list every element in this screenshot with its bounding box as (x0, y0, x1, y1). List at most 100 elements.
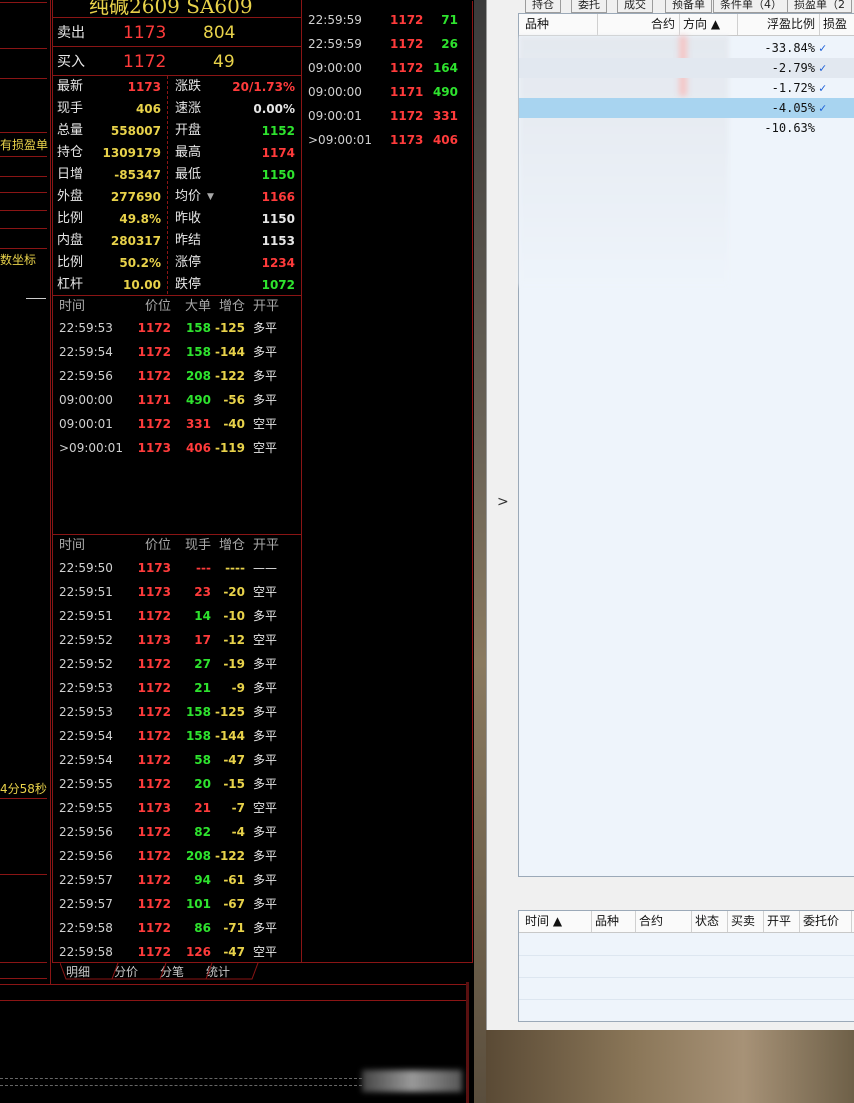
scroll-track[interactable] (0, 1078, 362, 1086)
col-variety[interactable]: 品种 (519, 14, 598, 35)
check-icon[interactable]: ✓ (819, 58, 826, 78)
col-order-price[interactable]: 委托价 (799, 911, 852, 932)
tick-time: 09:00:00 (308, 85, 362, 99)
tick-time: 09:00:01 (308, 109, 362, 123)
col-stoploss[interactable]: 损盈 (819, 14, 854, 35)
tab-outline (60, 963, 259, 980)
tick-row: 09:00:00 1171 490 -56 多平 (53, 388, 301, 412)
tick-volume: 94 (194, 873, 211, 887)
tick-row: 22:59:51 1173 23 -20 空平 (53, 580, 301, 604)
tick-price: 1172 (137, 417, 171, 431)
window-tab[interactable]: 预备单 (665, 0, 712, 13)
tick-delta: -47 (223, 753, 245, 767)
quote-label: 现手 (57, 101, 84, 116)
tick-panel: 时间 价位 大单 增仓 开平 22:59:53 1172 158 -125 多平 22:5… (52, 296, 302, 962)
quote-row: 现手 406 速涨 0.00% (57, 98, 295, 120)
position-window: 持仓 委托 成交 预备单 条件单（4） 损盈单（2 > 品种 合约 方向 ▲ 浮盈比例 损… (486, 0, 854, 1030)
col-contract2[interactable]: 合约 (635, 911, 692, 932)
tick-delta: ---- (225, 561, 245, 575)
window-tab[interactable]: 条件单（4） (713, 0, 789, 13)
quote-label: 持仓 (57, 145, 84, 160)
tick-delta: -144 (214, 345, 245, 359)
tick-price: 1172 (137, 657, 171, 671)
tick-volume: 14 (194, 609, 211, 623)
tick-volume: 208 (185, 369, 211, 383)
position-row[interactable]: -33.84% ✓ (519, 38, 854, 58)
tick-row: 22:59:58 1172 126 -47 空平 (53, 940, 301, 964)
tick-time: 22:59:52 (59, 633, 113, 647)
quote-label: 昨结 (175, 233, 202, 248)
sell-volume: 804 (203, 23, 236, 43)
tick-delta: -119 (214, 441, 245, 455)
tick-volume: 158 (185, 705, 211, 719)
col-direction[interactable]: 方向 ▲ (679, 14, 738, 35)
tick-type: 多平 (253, 681, 278, 695)
tick-delta: -40 (223, 417, 245, 431)
tick-time: 09:00:01 (59, 417, 113, 431)
right-tick-list: 22:59:59 1172 71 22:59:59 1172 26 09:00:00 1172… (302, 0, 474, 150)
col-variety2[interactable]: 品种 (591, 911, 636, 932)
detail-tabs: 明细 分价 分笔 统计 (52, 1, 473, 983)
check-icon[interactable]: ✓ (819, 38, 826, 58)
bigorder-header: 时间 价位 大单 增仓 开平 (59, 299, 280, 314)
tick-type: 多平 (253, 321, 278, 335)
tick-row: 22:59:52 1173 17 -12 空平 (53, 628, 301, 652)
quote-label: 比例 (57, 211, 84, 226)
quote-label: 比例 (57, 255, 84, 270)
tick-time: 22:59:51 (59, 585, 113, 599)
tick-row: 22:59:53 1172 21 -9 多平 (53, 676, 301, 700)
quote-row: 外盘 277690 均价 1166 ▼ (57, 186, 295, 208)
col-buysell[interactable]: 买卖 (727, 911, 764, 932)
quote-label: 跌停 (175, 277, 202, 292)
position-row[interactable]: -2.79% ✓ (519, 58, 854, 78)
tick-delta: -20 (223, 585, 245, 599)
position-row[interactable]: -10.63% (519, 118, 854, 138)
tick-price: 1171 (390, 85, 424, 99)
right-tick-row: 22:59:59 1172 71 (302, 8, 474, 32)
tick-delta: -4 (231, 825, 245, 839)
col-contract[interactable]: 合约 (597, 14, 680, 35)
window-tab[interactable]: 委托 (571, 0, 607, 13)
quote-value: 277690 (110, 190, 161, 204)
position-row[interactable]: -4.05% ✓ (519, 98, 854, 118)
col-status[interactable]: 状态 (691, 911, 728, 932)
tick-delta: -12 (223, 633, 245, 647)
tick-type: 空平 (253, 801, 278, 815)
chevron-down-icon[interactable]: ▼ (207, 186, 214, 208)
tick-time: 22:59:58 (59, 945, 113, 959)
tick-price: 1172 (137, 897, 171, 911)
expand-arrow-icon[interactable]: > (497, 494, 509, 510)
col-float-pct[interactable]: 浮盈比例 (737, 14, 820, 35)
tick-delta: -9 (231, 681, 245, 695)
tick-volume: 82 (194, 825, 211, 839)
tick-delta: -122 (214, 369, 245, 383)
tick-row: 22:59:54 1172 158 -144 多平 (53, 340, 301, 364)
quote-value: 1234 (261, 256, 295, 270)
window-tab[interactable]: 持仓 (525, 0, 561, 13)
buy-label: 买入 (57, 54, 85, 70)
tick-type: 多平 (253, 705, 278, 719)
quote-row: 杠杆 10.00 跌停 1072 (57, 274, 295, 296)
col-openclose[interactable]: 开平 (763, 911, 800, 932)
tick-header: 时间 价位 现手 增仓 开平 (59, 538, 280, 553)
window-tab[interactable]: 成交 (617, 0, 653, 13)
tick-time: 22:59:54 (59, 753, 113, 767)
buy-price: 1172 (123, 52, 167, 72)
orders-header: 时间 ▲ 品种 合约 状态 买卖 开平 委托价 (519, 911, 854, 933)
tick-price: 1172 (137, 873, 171, 887)
quote-row: 日增 -85347 最低 1150 (57, 164, 295, 186)
window-tab[interactable]: 损盈单（2 (787, 0, 852, 13)
tick-time: 22:59:55 (59, 801, 113, 815)
position-row[interactable]: -1.72% ✓ (519, 78, 854, 98)
tick-delta: -19 (223, 657, 245, 671)
tick-row: 22:59:53 1172 158 -125 多平 (53, 316, 301, 340)
quote-label: 最低 (175, 167, 202, 182)
tick-row: 22:59:52 1172 27 -19 多平 (53, 652, 301, 676)
col-time[interactable]: 时间 ▲ (519, 911, 592, 932)
bottom-panel (0, 982, 474, 1103)
check-icon[interactable]: ✓ (819, 98, 826, 118)
check-icon[interactable]: ✓ (819, 78, 826, 98)
float-pct: -33.84% (764, 41, 815, 55)
tick-delta: -7 (231, 801, 245, 815)
tick-type: 多平 (253, 849, 278, 863)
